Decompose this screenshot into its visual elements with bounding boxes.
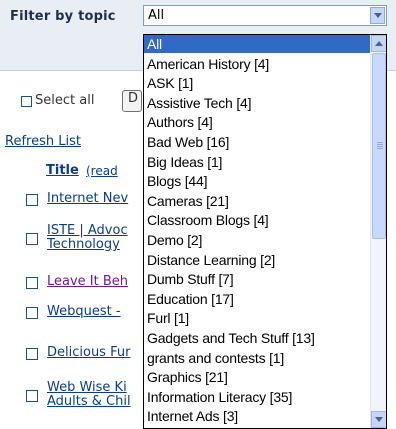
bookmark-title-line: Technology (47, 237, 120, 252)
topic-option[interactable]: Gadgets and Tech Stuff [13] (144, 329, 373, 347)
topic-select[interactable]: All (143, 5, 387, 26)
select-all-label: Select all (35, 93, 95, 108)
bookmark-title-line: ISTE | Advoc (47, 224, 128, 238)
bookmark-title-line: Web Wise Ki (47, 381, 127, 395)
topic-option[interactable]: Bad Web [16] (144, 133, 373, 151)
topic-option[interactable]: All (144, 35, 373, 53)
topic-option[interactable]: Distance Learning [2] (144, 251, 373, 269)
topic-select-value: All (148, 8, 165, 23)
select-all-checkbox[interactable] (21, 96, 32, 107)
scroll-up-button[interactable] (371, 35, 386, 52)
bookmark-title-link[interactable]: Leave It Beh (47, 275, 143, 289)
bookmark-title-link[interactable]: Webquest - (47, 305, 143, 319)
bookmark-title-link[interactable]: ISTE | Advoc Technology (47, 224, 143, 252)
grip-icon (377, 142, 383, 143)
bookmark-title-link[interactable]: Delicious Fur (47, 346, 143, 360)
title-column-header[interactable]: Title (46, 163, 79, 178)
topic-option[interactable]: Dumb Stuff [7] (144, 270, 373, 288)
refresh-list-link[interactable]: Refresh List (5, 134, 81, 149)
scroll-down-button[interactable] (371, 411, 386, 428)
topic-option[interactable]: American History [4] (144, 55, 373, 73)
chevron-down-icon (374, 13, 382, 18)
topic-option[interactable]: Cameras [21] (144, 192, 373, 210)
topic-option[interactable]: ASK [1] (144, 74, 373, 92)
bookmark-title-line: Internet Nev (47, 192, 129, 206)
filter-label: Filter by topic (10, 9, 116, 24)
row-checkbox[interactable] (26, 307, 38, 319)
topic-option[interactable]: Furl [1] (144, 309, 373, 327)
topic-option[interactable]: Graphics [21] (144, 368, 373, 386)
scroll-thumb[interactable] (372, 53, 386, 239)
bookmark-title-line: Leave It Beh (47, 275, 129, 289)
topic-dropdown-list[interactable]: All American History [4] ASK [1] Assistive … (143, 34, 387, 429)
topic-option[interactable]: Blogs [44] (144, 172, 373, 190)
topic-option[interactable]: Authors [4] (144, 113, 373, 131)
dropdown-scrollbar[interactable] (370, 35, 386, 428)
topic-option[interactable]: Internet Ads [3] (144, 407, 373, 425)
topic-option[interactable]: Big Ideas [1] (144, 153, 373, 171)
read-column-label: (read (86, 164, 118, 178)
topic-option[interactable]: grants and contests [1] (144, 349, 373, 367)
topic-option[interactable]: Demo [2] (144, 231, 373, 249)
topic-option[interactable]: Classroom Blogs [4] (144, 211, 373, 229)
bookmark-title-line: Webquest - (47, 305, 121, 319)
topic-option[interactable]: Education [17] (144, 290, 373, 308)
bookmark-title-link[interactable]: Web Wise Ki Adults & Chil (47, 381, 143, 409)
arrow-up-icon (375, 41, 383, 46)
topic-option[interactable]: Assistive Tech [4] (144, 94, 373, 112)
read-column-header[interactable]: (read (86, 164, 118, 178)
delete-button[interactable]: D (122, 90, 142, 112)
row-checkbox[interactable] (26, 277, 38, 289)
bookmark-title-line: Adults & Chil (47, 394, 131, 409)
bookmark-title-link[interactable]: Internet Nev (47, 192, 143, 206)
arrow-down-icon (375, 417, 383, 422)
row-checkbox[interactable] (26, 194, 38, 206)
dropdown-button[interactable] (370, 7, 385, 24)
row-checkbox[interactable] (26, 390, 38, 402)
bookmark-title-line: Delicious Fur (47, 346, 131, 360)
row-checkbox[interactable] (26, 233, 38, 245)
row-checkbox[interactable] (26, 348, 38, 360)
topic-option[interactable]: Information Literacy [35] (144, 388, 373, 406)
